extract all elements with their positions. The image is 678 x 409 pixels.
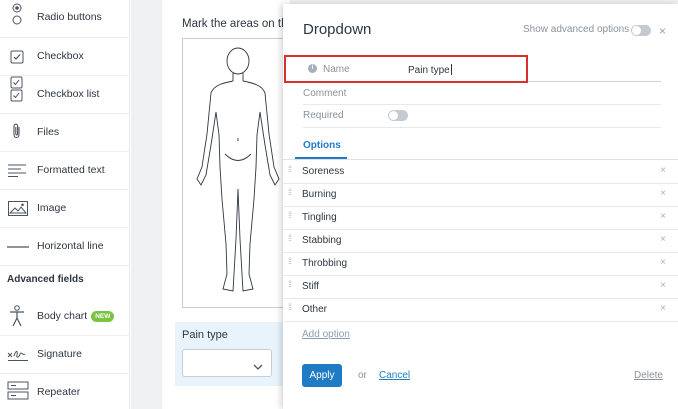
signature-icon: [7, 344, 29, 366]
sidebar-item-radio-buttons[interactable]: Radio buttons: [0, 0, 130, 38]
option-row[interactable]: ⁞⁞ Stabbing ×: [283, 230, 678, 253]
option-row[interactable]: ⁞⁞ Burning ×: [283, 184, 678, 207]
paperclip-icon: [6, 120, 28, 142]
body-outline-image: [196, 47, 280, 292]
new-badge: NEW: [91, 311, 115, 322]
divider: [283, 159, 678, 160]
option-row[interactable]: ⁞⁞ Throbbing ×: [283, 253, 678, 276]
drag-handle-icon[interactable]: ⁞⁞: [288, 303, 294, 312]
sidebar-item-body-chart[interactable]: Body chart NEW: [0, 298, 130, 336]
checkbox-icon: [6, 46, 28, 68]
sidebar-item-label: Horizontal line: [37, 240, 104, 252]
drag-handle-icon[interactable]: ⁞⁞: [288, 234, 294, 243]
sidebar-item-signature[interactable]: Signature: [0, 336, 130, 374]
drag-handle-icon[interactable]: ⁞⁞: [288, 188, 294, 197]
horizontal-line-icon: [7, 236, 29, 258]
body-chart-question: Mark the areas on the: [182, 18, 294, 30]
name-field-highlight: [284, 55, 528, 83]
image-icon: [7, 197, 29, 219]
pain-type-select[interactable]: [182, 349, 272, 377]
remove-option-icon[interactable]: ×: [660, 211, 666, 222]
remove-option-icon[interactable]: ×: [660, 303, 666, 314]
field-palette-sidebar: Radio buttons Checkbox Checkbox list Fil…: [0, 0, 130, 409]
remove-option-icon[interactable]: ×: [660, 188, 666, 199]
option-row[interactable]: ⁞⁞ Soreness ×: [283, 161, 678, 184]
body-icon: [6, 305, 28, 327]
or-text: or: [358, 370, 367, 381]
chevron-down-icon: [253, 358, 263, 376]
sidebar-item-label: Formatted text: [37, 164, 105, 176]
option-row[interactable]: ⁞⁞ Stiff ×: [283, 276, 678, 299]
tab-options[interactable]: Options: [303, 140, 341, 151]
option-label[interactable]: Stabbing: [302, 235, 341, 246]
option-label[interactable]: Burning: [302, 189, 336, 200]
required-toggle[interactable]: [388, 110, 408, 121]
sidebar-item-image[interactable]: Image: [0, 190, 130, 228]
radio-icon: [6, 3, 28, 26]
sidebar-item-label: Checkbox: [37, 50, 84, 62]
sidebar-item-label: Image: [37, 202, 67, 214]
sidebar-item-label: Radio buttons: [37, 11, 102, 23]
repeater-icon: [7, 380, 29, 402]
add-option-link[interactable]: Add option: [302, 329, 350, 340]
drag-handle-icon[interactable]: ⁞⁞: [288, 211, 294, 220]
sidebar-item-label: Repeater: [37, 386, 81, 398]
checkbox-list-icon: [6, 76, 28, 102]
divider: [303, 127, 661, 128]
comment-label: Comment: [303, 88, 347, 99]
pain-type-label: Pain type: [182, 329, 228, 341]
remove-option-icon[interactable]: ×: [660, 280, 666, 291]
option-label[interactable]: Stiff: [302, 281, 319, 292]
sidebar-item-formatted-text[interactable]: Formatted text: [0, 152, 130, 190]
advanced-fields-heading: Advanced fields: [7, 274, 84, 285]
drag-handle-icon[interactable]: ⁞⁞: [288, 280, 294, 289]
toggle-knob: [632, 26, 641, 35]
remove-option-icon[interactable]: ×: [660, 165, 666, 176]
option-label[interactable]: Throbbing: [302, 258, 347, 269]
cancel-link[interactable]: Cancel: [379, 370, 410, 381]
close-icon[interactable]: ×: [659, 24, 666, 38]
delete-link[interactable]: Delete: [634, 370, 663, 381]
sidebar-item-label: Files: [37, 126, 60, 138]
panel-title: Dropdown: [303, 21, 372, 38]
body-chart-label: Body chart: [37, 310, 88, 322]
sidebar-item-label: Body chart NEW: [37, 310, 115, 322]
divider: [303, 104, 661, 105]
show-advanced-toggle[interactable]: [631, 25, 651, 36]
sidebar-item-files[interactable]: Files: [0, 114, 130, 152]
sidebar-item-repeater[interactable]: Repeater: [0, 374, 130, 409]
sidebar-item-checkbox[interactable]: Checkbox: [0, 38, 130, 76]
option-row[interactable]: ⁞⁞ Other ×: [283, 299, 678, 322]
remove-option-icon[interactable]: ×: [660, 234, 666, 245]
sidebar-item-horizontal-line[interactable]: Horizontal line: [0, 228, 130, 266]
text-lines-icon: [6, 159, 28, 181]
toggle-knob: [389, 111, 398, 120]
remove-option-icon[interactable]: ×: [660, 257, 666, 268]
required-label: Required: [303, 110, 344, 121]
option-label[interactable]: Tingling: [302, 212, 337, 223]
option-row[interactable]: ⁞⁞ Tingling ×: [283, 207, 678, 230]
sidebar-item-label: Checkbox list: [37, 88, 100, 100]
sidebar-item-checkbox-list[interactable]: Checkbox list: [0, 76, 130, 114]
drag-handle-icon[interactable]: ⁞⁞: [288, 165, 294, 174]
body-chart-field[interactable]: [182, 38, 292, 308]
sidebar-item-label: Signature: [37, 348, 82, 360]
option-label[interactable]: Soreness: [302, 166, 344, 177]
apply-button[interactable]: Apply: [302, 364, 342, 387]
drag-handle-icon[interactable]: ⁞⁞: [288, 257, 294, 266]
option-label[interactable]: Other: [302, 304, 327, 315]
show-advanced-label: Show advanced options: [523, 24, 630, 35]
